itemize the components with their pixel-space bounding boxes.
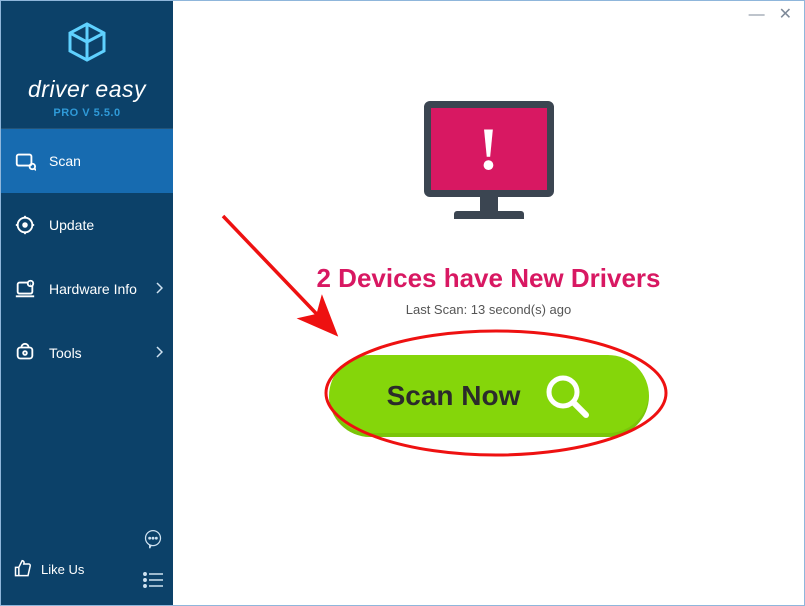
monitor-base <box>454 211 524 219</box>
sidebar-item-hardware-info[interactable]: i Hardware Info <box>1 257 173 321</box>
like-icon[interactable] <box>13 559 33 579</box>
scan-icon <box>13 149 37 173</box>
nav: Scan Update <box>1 129 173 533</box>
brand-name: driver easy <box>28 76 146 103</box>
chevron-right-icon <box>156 281 163 297</box>
nav-label: Hardware Info <box>49 281 137 297</box>
monitor-alert-icon: ! <box>414 101 564 241</box>
sidebar-item-update[interactable]: Update <box>1 193 173 257</box>
sidebar-footer: Like Us <box>1 533 173 605</box>
tools-icon <box>13 341 37 365</box>
logo-block: driver easy PRO V 5.5.0 <box>1 1 173 129</box>
main-panel: — ✕ ! 2 Devices have New Drivers Last Sc… <box>173 1 804 605</box>
chevron-right-icon <box>156 345 163 361</box>
nav-label: Scan <box>49 153 81 169</box>
hardware-info-icon: i <box>13 277 37 301</box>
nav-label: Update <box>49 217 94 233</box>
brand-version: PRO V 5.5.0 <box>53 107 120 119</box>
last-scan-text: Last Scan: 13 second(s) ago <box>406 302 572 317</box>
titlebar: — ✕ <box>737 1 804 31</box>
sidebar-item-scan[interactable]: Scan <box>1 129 173 193</box>
app-window: driver easy PRO V 5.5.0 Scan <box>0 0 805 606</box>
nav-label: Tools <box>49 345 82 361</box>
magnifier-icon <box>544 373 590 419</box>
scan-now-button[interactable]: Scan Now <box>329 355 649 437</box>
monitor-stand <box>480 197 498 211</box>
update-icon <box>13 213 37 237</box>
svg-text:i: i <box>30 282 31 287</box>
exclamation-icon: ! <box>479 119 499 179</box>
scan-headline: 2 Devices have New Drivers <box>317 263 661 294</box>
scan-button-label: Scan Now <box>387 380 521 412</box>
monitor-screen: ! <box>424 101 554 197</box>
minimize-button[interactable]: — <box>749 7 765 25</box>
logo-icon <box>64 20 110 66</box>
sidebar-item-tools[interactable]: Tools <box>1 321 173 385</box>
close-button[interactable]: ✕ <box>779 7 792 25</box>
like-label[interactable]: Like Us <box>41 562 84 577</box>
sidebar: driver easy PRO V 5.5.0 Scan <box>1 1 173 605</box>
